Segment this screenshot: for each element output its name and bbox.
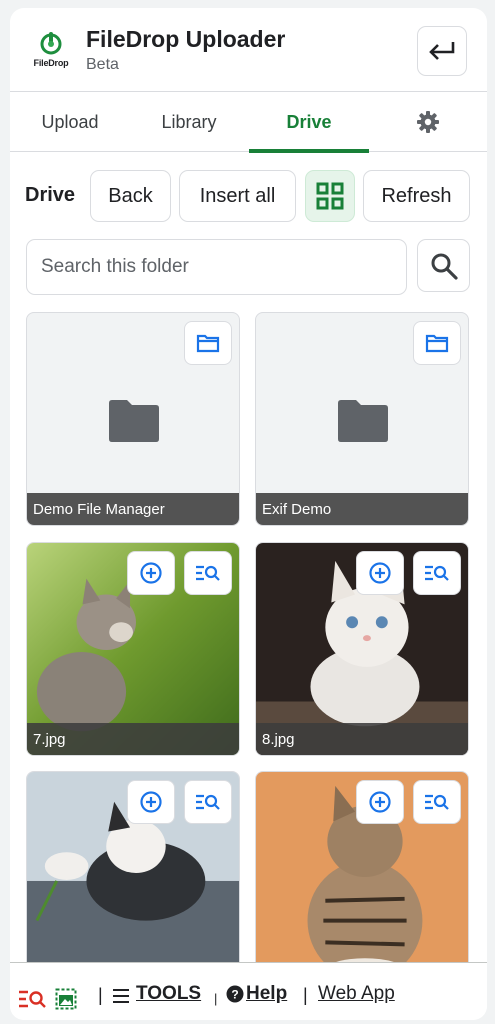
- insert-image-button[interactable]: [127, 780, 175, 824]
- folder-icon: [338, 400, 388, 442]
- insert-image-button[interactable]: [356, 780, 404, 824]
- folder-card[interactable]: Exif Demo: [255, 312, 469, 526]
- image-card[interactable]: [255, 771, 469, 962]
- insert-image-button[interactable]: [127, 551, 175, 595]
- uploader-panel: FileDrop FileDrop Uploader Beta Upload L…: [10, 8, 487, 1020]
- image-search-icon: [196, 565, 220, 581]
- image-search-icon[interactable]: [18, 989, 48, 1009]
- plus-circle-icon: [140, 562, 162, 584]
- gear-icon: [417, 111, 439, 133]
- footer-divider: |: [98, 985, 103, 1005]
- folder-outline-icon: [425, 334, 449, 353]
- section-label: Drive: [25, 184, 76, 206]
- item-name: 7.jpg: [27, 723, 239, 755]
- image-search-icon: [196, 794, 220, 810]
- image-search-icon: [425, 794, 449, 810]
- folder-icon: [109, 400, 159, 442]
- image-search-icon: [425, 565, 449, 581]
- app-header: FileDrop FileDrop Uploader Beta: [10, 8, 487, 92]
- plus-circle-icon: [369, 791, 391, 813]
- refresh-button[interactable]: Refresh: [363, 170, 470, 222]
- app-title: FileDrop Uploader: [86, 26, 286, 52]
- tab-library[interactable]: Library: [129, 92, 249, 152]
- plus-circle-icon: [369, 562, 391, 584]
- folder-card[interactable]: Demo File Manager: [26, 312, 240, 526]
- tab-upload[interactable]: Upload: [10, 92, 130, 152]
- insert-all-button[interactable]: Insert all: [179, 170, 296, 222]
- preview-image-button[interactable]: [184, 780, 232, 824]
- power-drop-icon: [40, 32, 62, 55]
- search-input[interactable]: Search this folder: [26, 239, 407, 295]
- back-button[interactable]: Back: [90, 170, 171, 222]
- file-grid: Demo File Manager Exif Demo 7.jpg 8.jpg: [10, 312, 487, 962]
- preview-image-button[interactable]: [413, 551, 461, 595]
- preview-image-button[interactable]: [184, 551, 232, 595]
- help-link[interactable]: Help: [246, 983, 287, 1005]
- exit-button[interactable]: [417, 26, 467, 76]
- app-subtitle: Beta: [86, 56, 119, 73]
- grid-view-button[interactable]: [305, 170, 355, 222]
- menu-icon: [113, 989, 129, 1003]
- footer-divider: |: [303, 985, 308, 1005]
- image-select-icon[interactable]: [55, 988, 77, 1010]
- footer-divider: |: [214, 991, 218, 1006]
- footer-bar: | TOOLS | ? Help | Web App: [10, 962, 487, 1020]
- tab-bar: Upload Library Drive: [10, 92, 487, 153]
- folder-outline-icon: [196, 334, 220, 353]
- insert-image-button[interactable]: [356, 551, 404, 595]
- svg-text:?: ?: [231, 988, 238, 1002]
- logo-text: FileDrop: [33, 58, 69, 68]
- image-card[interactable]: 7.jpg: [26, 542, 240, 756]
- search-icon: [431, 253, 458, 280]
- help-icon: ?: [226, 985, 244, 1003]
- preview-image-button[interactable]: [413, 780, 461, 824]
- tools-link[interactable]: TOOLS: [136, 983, 201, 1005]
- search-button[interactable]: [417, 239, 470, 292]
- return-arrow-icon: [429, 42, 455, 60]
- item-name: Exif Demo: [256, 493, 468, 525]
- item-name: 8.jpg: [256, 723, 468, 755]
- open-folder-button[interactable]: [413, 321, 461, 365]
- image-card[interactable]: 8.jpg: [255, 542, 469, 756]
- web-app-link[interactable]: Web App: [318, 983, 395, 1005]
- tab-drive[interactable]: Drive: [249, 92, 369, 153]
- plus-circle-icon: [140, 791, 162, 813]
- image-card[interactable]: [26, 771, 240, 962]
- item-name: Demo File Manager: [27, 493, 239, 525]
- grid-view-icon: [316, 182, 344, 210]
- tab-settings[interactable]: [369, 92, 487, 152]
- open-folder-button[interactable]: [184, 321, 232, 365]
- drive-toolbar: Drive Back Insert all Refresh: [10, 168, 487, 224]
- app-logo: FileDrop: [30, 30, 72, 74]
